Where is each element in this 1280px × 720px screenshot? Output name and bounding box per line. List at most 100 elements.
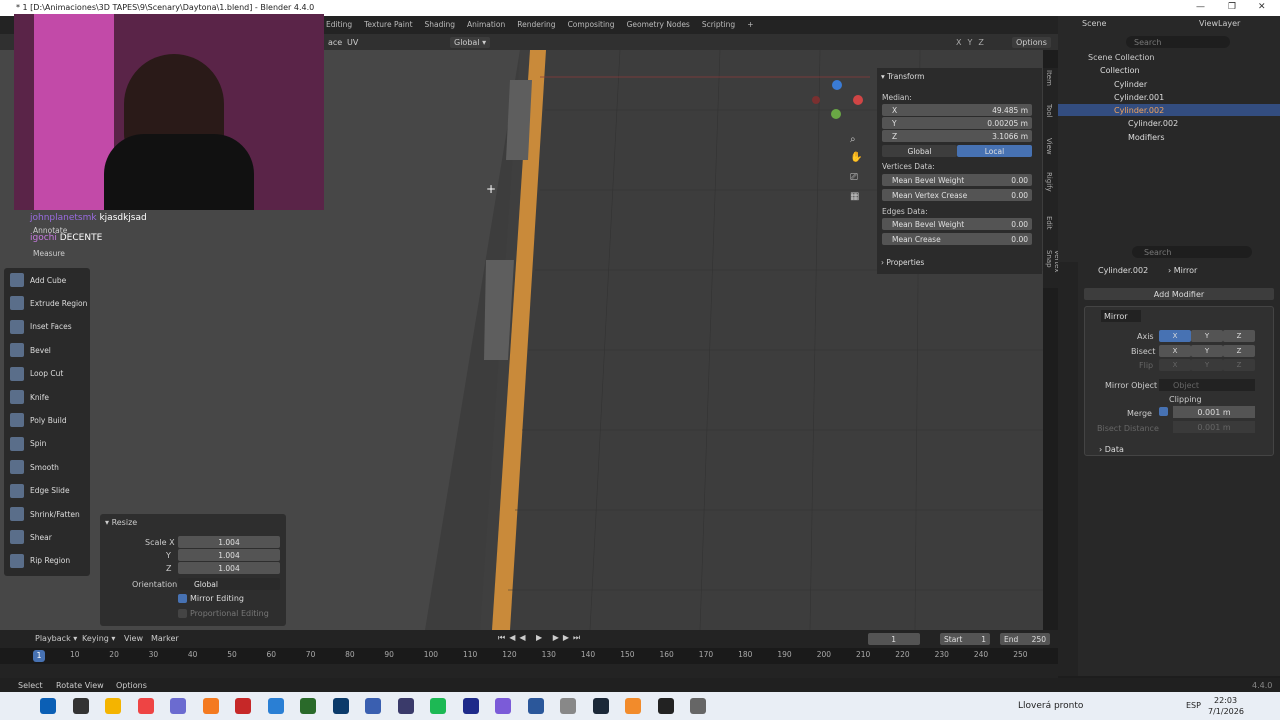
view-menu[interactable]: View	[124, 634, 143, 643]
tool-extrude-region[interactable]: Extrude Region	[4, 293, 90, 313]
resize-header[interactable]: ▾ Resize	[105, 518, 137, 527]
sidebar-tab-tool[interactable]: Tool	[1045, 104, 1053, 118]
minimize-icon[interactable]: —	[1196, 2, 1205, 12]
outliner-modifiers[interactable]: Modifiers	[1128, 133, 1165, 142]
taskbar-app-icon[interactable]	[267, 698, 284, 714]
language-indicator[interactable]: ESP	[1186, 701, 1201, 710]
taskbar-app-icon[interactable]	[690, 698, 706, 714]
modifier-name-field[interactable]: Mirror	[1101, 310, 1141, 322]
outliner-item-cylinder[interactable]: Cylinder	[1114, 80, 1147, 89]
playhead[interactable]: 1	[33, 650, 45, 662]
taskbar-app-icon[interactable]	[462, 698, 479, 714]
taskbar-app-icon[interactable]	[332, 698, 349, 714]
face-menu[interactable]: ace	[328, 38, 342, 47]
taskbar-app-icon[interactable]	[560, 698, 576, 714]
keying-menu[interactable]: Keying ▾	[82, 634, 115, 643]
data-subpanel[interactable]: › Data	[1099, 445, 1124, 454]
taskbar-app-icon[interactable]	[300, 698, 316, 714]
taskbar-app-icon[interactable]	[72, 698, 89, 714]
orientation-select[interactable]: Global	[178, 578, 280, 590]
taskbar-app-icon[interactable]	[202, 698, 219, 714]
tab-texture-paint[interactable]: Texture Paint	[364, 20, 412, 29]
collection-item[interactable]: Collection	[1100, 66, 1140, 75]
outliner-mesh-data[interactable]: Cylinder.002	[1128, 119, 1178, 128]
scale-y-field[interactable]: 1.004	[178, 549, 280, 561]
uv-menu[interactable]: UV	[347, 38, 358, 47]
marker-menu[interactable]: Marker	[151, 634, 179, 643]
proportional-editing-checkbox[interactable]	[178, 609, 187, 618]
mirror-object-field[interactable]: Object	[1159, 379, 1255, 391]
axis-y-toggle[interactable]: Y	[1191, 330, 1223, 342]
maximize-icon[interactable]: ❐	[1228, 2, 1236, 12]
taskbar-app-icon[interactable]	[40, 698, 56, 714]
tool-smooth[interactable]: Smooth	[4, 457, 90, 477]
taskbar-app-icon[interactable]	[137, 698, 154, 714]
mean-bevel-weight-field[interactable]: Mean Bevel Weight 0.00	[882, 174, 1032, 186]
taskbar-app-icon[interactable]	[365, 698, 381, 714]
close-icon[interactable]: ✕	[1258, 2, 1266, 12]
tab-compositing[interactable]: Compositing	[568, 20, 615, 29]
orientation-dropdown[interactable]: Global ▾	[450, 37, 491, 48]
median-x-field[interactable]: X 49.485 m	[882, 104, 1032, 116]
start-frame-field[interactable]: Start 1	[940, 633, 990, 645]
taskbar-app-icon[interactable]	[625, 698, 641, 714]
bisect-x-toggle[interactable]: X	[1159, 345, 1191, 357]
tool-edge-slide[interactable]: Edge Slide	[4, 481, 90, 501]
clock-time[interactable]: 22:03	[1214, 696, 1237, 705]
properties-subpanel[interactable]: › Properties	[881, 258, 924, 267]
mean-crease-field[interactable]: Mean Crease 0.00	[882, 233, 1032, 245]
tab-editing[interactable]: Editing	[326, 20, 352, 29]
bisect-z-toggle[interactable]: Z	[1223, 345, 1255, 357]
end-frame-field[interactable]: End 250	[1000, 633, 1050, 645]
edge-bevel-weight-field[interactable]: Mean Bevel Weight 0.00	[882, 218, 1032, 230]
tool-annotate[interactable]: Annotate	[33, 226, 67, 235]
tool-poly-build[interactable]: Poly Build	[4, 410, 90, 430]
tool-measure[interactable]: Measure	[33, 249, 65, 258]
tab-add[interactable]: +	[747, 20, 753, 29]
sidebar-tab-rigify[interactable]: Rigify	[1045, 172, 1053, 192]
sidebar-tab-view[interactable]: View	[1045, 138, 1053, 155]
frame-ruler[interactable]: 1 10 20 30 40 50 60 70 80 90 100 110 120 130 140 150 16…	[0, 648, 1058, 664]
axis-z[interactable]: Z	[978, 38, 989, 47]
mean-vertex-crease-field[interactable]: Mean Vertex Crease 0.00	[882, 189, 1032, 201]
view-layer-selector[interactable]: ViewLayer	[1199, 19, 1240, 28]
camera-icon[interactable]: ⎚	[850, 172, 858, 183]
axis-toggles[interactable]: XYZ	[956, 38, 990, 47]
scale-z-field[interactable]: 1.004	[178, 562, 280, 574]
tool-shrink-fatten[interactable]: Shrink/Fatten	[4, 504, 90, 524]
current-frame-field[interactable]: 1	[868, 633, 920, 645]
taskbar-app-icon[interactable]	[430, 698, 446, 714]
options-dropdown[interactable]: Options	[1012, 37, 1051, 48]
taskbar-app-icon[interactable]	[235, 698, 251, 714]
taskbar-app-icon[interactable]	[397, 698, 414, 714]
global-toggle[interactable]: Global	[882, 145, 957, 157]
pan-hand-icon[interactable]: ✋	[850, 152, 862, 163]
transform-header[interactable]: ▾ Transform	[881, 72, 924, 81]
scene-selector[interactable]: Scene	[1082, 19, 1106, 28]
tool-bevel[interactable]: Bevel	[4, 340, 90, 360]
tool-knife[interactable]: Knife	[4, 387, 90, 407]
outliner-item-cylinder-002[interactable]: Cylinder.002	[1114, 106, 1164, 115]
tool-spin[interactable]: Spin	[4, 434, 90, 454]
properties-search-input[interactable]: Search	[1132, 246, 1252, 258]
median-y-field[interactable]: Y 0.00205 m	[882, 117, 1032, 129]
sidebar-tab-item[interactable]: Item	[1045, 70, 1053, 86]
taskbar-app-icon[interactable]	[657, 698, 674, 714]
tool-loop-cut[interactable]: Loop Cut	[4, 364, 90, 384]
axis-x-toggle[interactable]: X	[1159, 330, 1191, 342]
zoom-icon[interactable]: ⌕	[850, 134, 856, 145]
clipping-checkbox[interactable]: Clipping	[1169, 395, 1202, 404]
sidebar-tab-edit[interactable]: Edit	[1045, 216, 1053, 230]
navigation-gizmo[interactable]	[810, 78, 870, 128]
tool-inset-faces[interactable]: Inset Faces	[4, 317, 90, 337]
axis-y[interactable]: Y	[967, 38, 978, 47]
median-z-field[interactable]: Z 3.1066 m	[882, 130, 1032, 142]
outliner-search-input[interactable]: Search	[1126, 36, 1230, 48]
outliner-item-cylinder-001[interactable]: Cylinder.001	[1114, 93, 1164, 102]
scale-x-field[interactable]: 1.004	[178, 536, 280, 548]
axis-z-toggle[interactable]: Z	[1223, 330, 1255, 342]
clock-date[interactable]: 7/1/2026	[1208, 707, 1244, 716]
merge-distance-field[interactable]: 0.001 m	[1173, 406, 1255, 418]
tool-rip-region[interactable]: Rip Region	[4, 551, 90, 571]
taskbar-app-icon[interactable]	[105, 698, 121, 714]
